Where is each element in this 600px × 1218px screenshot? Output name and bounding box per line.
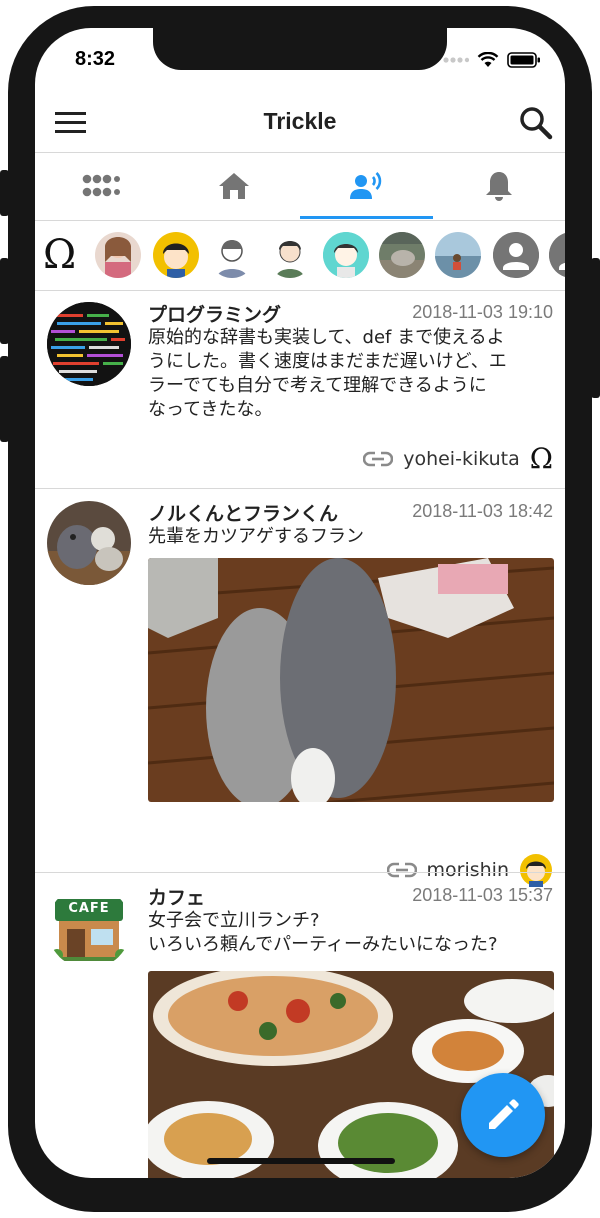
post-card[interactable]: プログラミング 2018-11-03 19:10 原始的な辞書も実装して、def… <box>35 290 565 488</box>
tab-divider <box>35 220 565 221</box>
dots-grid-icon <box>82 174 121 197</box>
mute-switch <box>0 170 9 216</box>
search-icon <box>520 107 553 140</box>
post-avatar[interactable]: CAFE <box>47 885 131 969</box>
avatar[interactable] <box>549 232 565 278</box>
signal-icon <box>443 57 469 63</box>
tab-all[interactable] <box>35 153 168 219</box>
post-date: 2018-11-03 19:10 <box>412 302 553 322</box>
home-icon <box>218 173 249 199</box>
author-name: yohei-kikuta <box>403 447 520 470</box>
post-date: 2018-11-03 18:42 <box>412 501 553 521</box>
post-body-line: 先輩をカツアゲするフラン <box>148 526 364 547</box>
avatar[interactable] <box>435 232 481 278</box>
post-photo[interactable] <box>148 558 554 802</box>
status-time: 8:32 <box>75 48 116 70</box>
post-body: 先輩をカツアゲするフラン <box>148 525 558 549</box>
notch <box>153 28 447 70</box>
screen: 8:32 Trickle Ω プログラミング 2018-11-03 19:10 … <box>35 28 565 1178</box>
link-icon <box>363 451 394 466</box>
post-body-line: いろいろ頼んでパーティーみたいになった? <box>148 934 498 955</box>
post-title: ノルくんとフランくん <box>148 503 339 525</box>
compose-button[interactable] <box>461 1073 545 1157</box>
post-card[interactable]: ノルくんとフランくん 2018-11-03 18:42 先輩をカツアゲするフラン <box>35 489 565 887</box>
post-date: 2018-11-03 15:37 <box>412 885 553 905</box>
post-body-line: 原始的な辞書も実装して、def まで使えるよ <box>148 327 505 348</box>
tab-home[interactable] <box>168 153 301 219</box>
avatar[interactable] <box>323 232 369 278</box>
post-body-line: うにした。書く速度はまだまだ遅いけど、エ <box>148 351 507 372</box>
home-indicator[interactable] <box>207 1158 395 1164</box>
app-bar: Trickle <box>35 96 565 152</box>
avatar[interactable] <box>267 232 313 278</box>
avatar[interactable] <box>95 232 141 278</box>
post-body-line: なってきたな。 <box>148 399 273 420</box>
post-title: カフェ <box>148 887 206 909</box>
post-body: 女子会で立川ランチ? いろいろ頼んでパーティーみたいになった? <box>148 909 558 957</box>
post-avatar[interactable] <box>47 501 131 585</box>
wifi-icon <box>477 52 499 67</box>
post-body-line: 女子会で立川ランチ? <box>148 910 320 931</box>
pencil-icon <box>489 1099 519 1129</box>
avatar[interactable] <box>379 232 425 278</box>
volume-down-button <box>0 356 9 442</box>
battery-icon <box>507 52 540 68</box>
app-title: Trickle <box>263 108 337 134</box>
tab-following[interactable] <box>300 153 433 219</box>
omega-avatar[interactable]: Ω <box>43 232 83 278</box>
power-button <box>591 258 600 398</box>
avatar[interactable] <box>493 232 539 278</box>
tab-notifications[interactable] <box>433 153 566 219</box>
post-body-line: ラーでても自分で考えて理解できるように <box>148 375 487 396</box>
post-author[interactable]: yohei-kikuta Ω <box>363 442 553 475</box>
post-title: プログラミング <box>148 304 282 326</box>
author-omega-badge: Ω <box>529 442 553 475</box>
status-indicators <box>443 52 541 68</box>
person-voice-icon <box>350 172 382 199</box>
cafe-sign-text: CAFE <box>68 901 110 916</box>
avatar[interactable] <box>153 232 199 278</box>
post-body: 原始的な辞書も実装して、def まで使えるよ うにした。書く速度はまだまだ遅いけ… <box>148 326 558 422</box>
following-avatar-strip: Ω <box>35 222 565 290</box>
volume-up-button <box>0 258 9 344</box>
post-avatar[interactable] <box>47 302 131 386</box>
bell-icon <box>485 172 512 201</box>
search-button[interactable] <box>517 104 555 142</box>
avatar[interactable] <box>209 232 255 278</box>
tab-bar <box>35 153 565 219</box>
